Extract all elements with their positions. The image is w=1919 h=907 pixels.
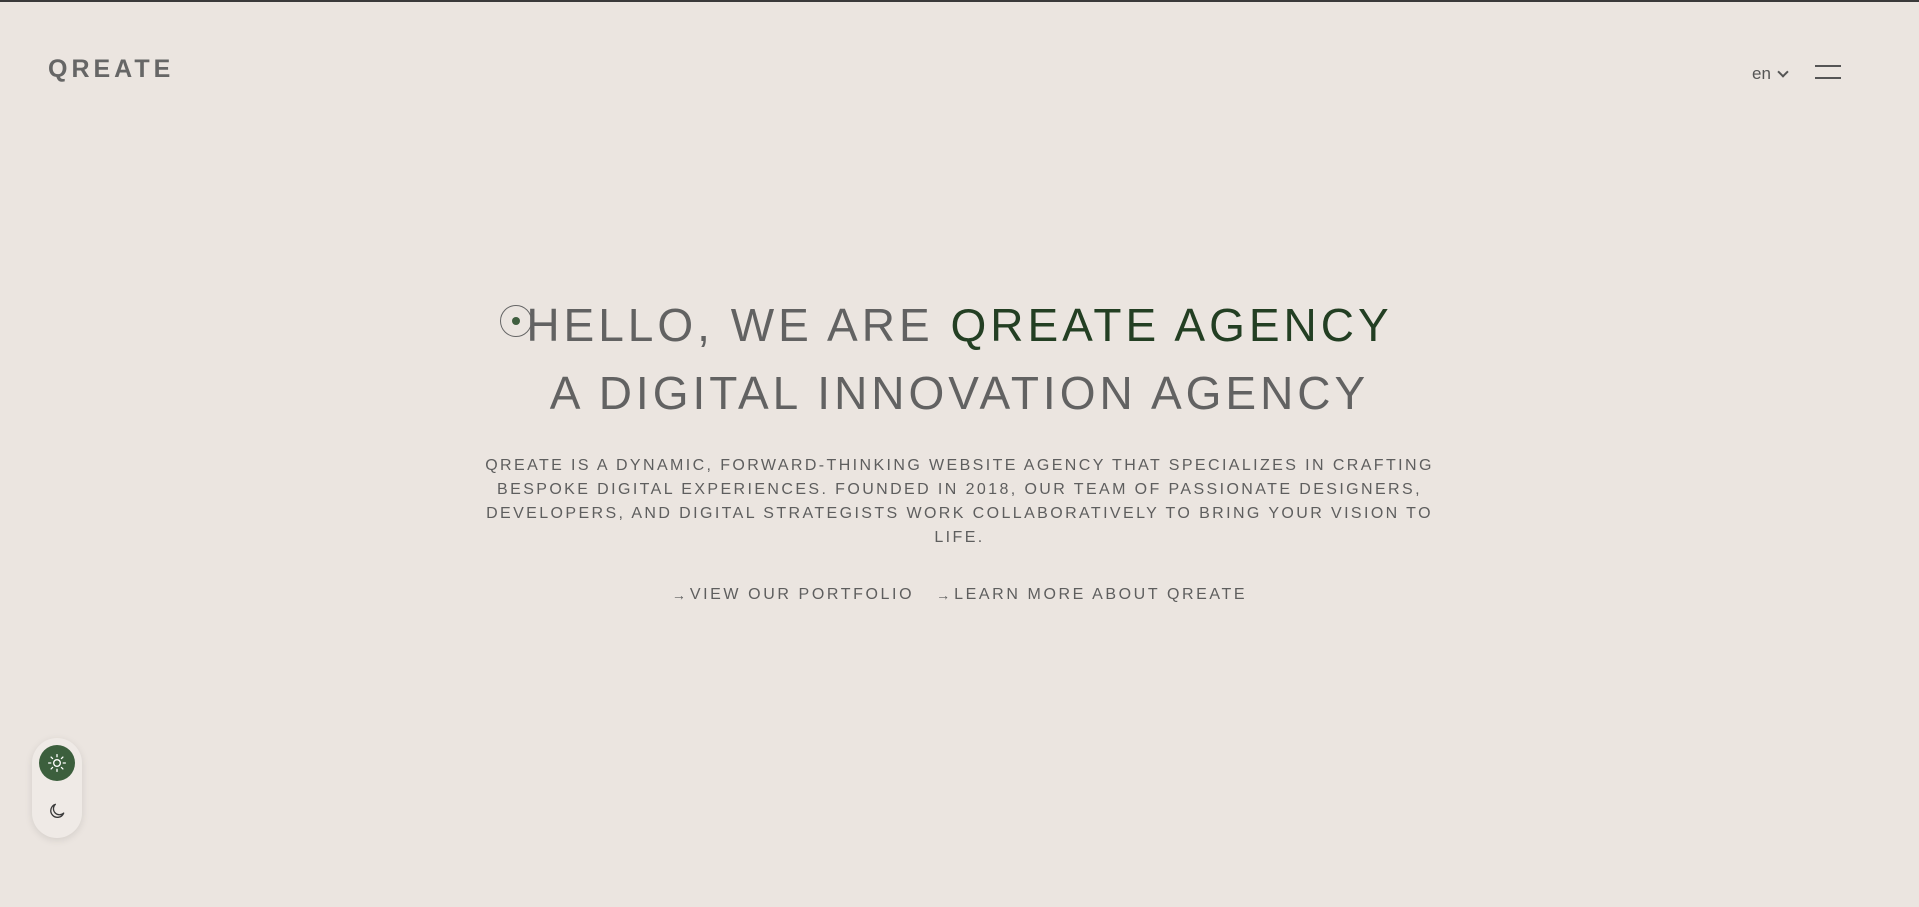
sun-icon bbox=[48, 754, 67, 772]
headline-prefix: HELLO, WE ARE bbox=[526, 299, 951, 351]
arrow-right-icon: → bbox=[936, 587, 951, 603]
top-border bbox=[0, 0, 1919, 2]
arrow-right-icon: → bbox=[671, 587, 686, 603]
language-selector[interactable]: en bbox=[1752, 64, 1789, 84]
language-label: en bbox=[1752, 64, 1771, 83]
light-mode-button[interactable] bbox=[39, 745, 75, 781]
hero-subheadline: A DIGITAL INNOVATION AGENCY bbox=[549, 367, 1370, 419]
headline-accent: QREATE AGENCY bbox=[950, 299, 1393, 351]
hero-description: QREATE IS A DYNAMIC, FORWARD-THINKING WE… bbox=[485, 457, 1434, 546]
menu-line-top bbox=[1815, 65, 1841, 67]
headline-row: HELLO, WE ARE QREATE AGENCY bbox=[0, 296, 1919, 354]
target-icon bbox=[500, 305, 532, 337]
theme-toggle bbox=[32, 738, 82, 838]
dark-mode-button[interactable] bbox=[39, 793, 75, 829]
view-portfolio-link[interactable]: → VIEW OUR PORTFOLIO bbox=[672, 586, 914, 604]
hero-links: → VIEW OUR PORTFOLIO → LEARN MORE ABOUT … bbox=[0, 586, 1919, 604]
learn-more-label: LEARN MORE ABOUT QREATE bbox=[954, 586, 1248, 603]
menu-line-bottom bbox=[1815, 77, 1841, 79]
hamburger-menu-icon[interactable] bbox=[1815, 64, 1841, 80]
chevron-down-icon bbox=[1777, 65, 1789, 78]
hero-section: HELLO, WE ARE QREATE AGENCY A DIGITAL IN… bbox=[0, 296, 1919, 604]
logo[interactable]: QREATE bbox=[48, 56, 174, 82]
hero-headline: HELLO, WE ARE QREATE AGENCY bbox=[526, 296, 1392, 354]
moon-icon bbox=[50, 803, 65, 818]
view-portfolio-label: VIEW OUR PORTFOLIO bbox=[689, 586, 915, 603]
learn-more-link[interactable]: → LEARN MORE ABOUT QREATE bbox=[936, 586, 1247, 604]
